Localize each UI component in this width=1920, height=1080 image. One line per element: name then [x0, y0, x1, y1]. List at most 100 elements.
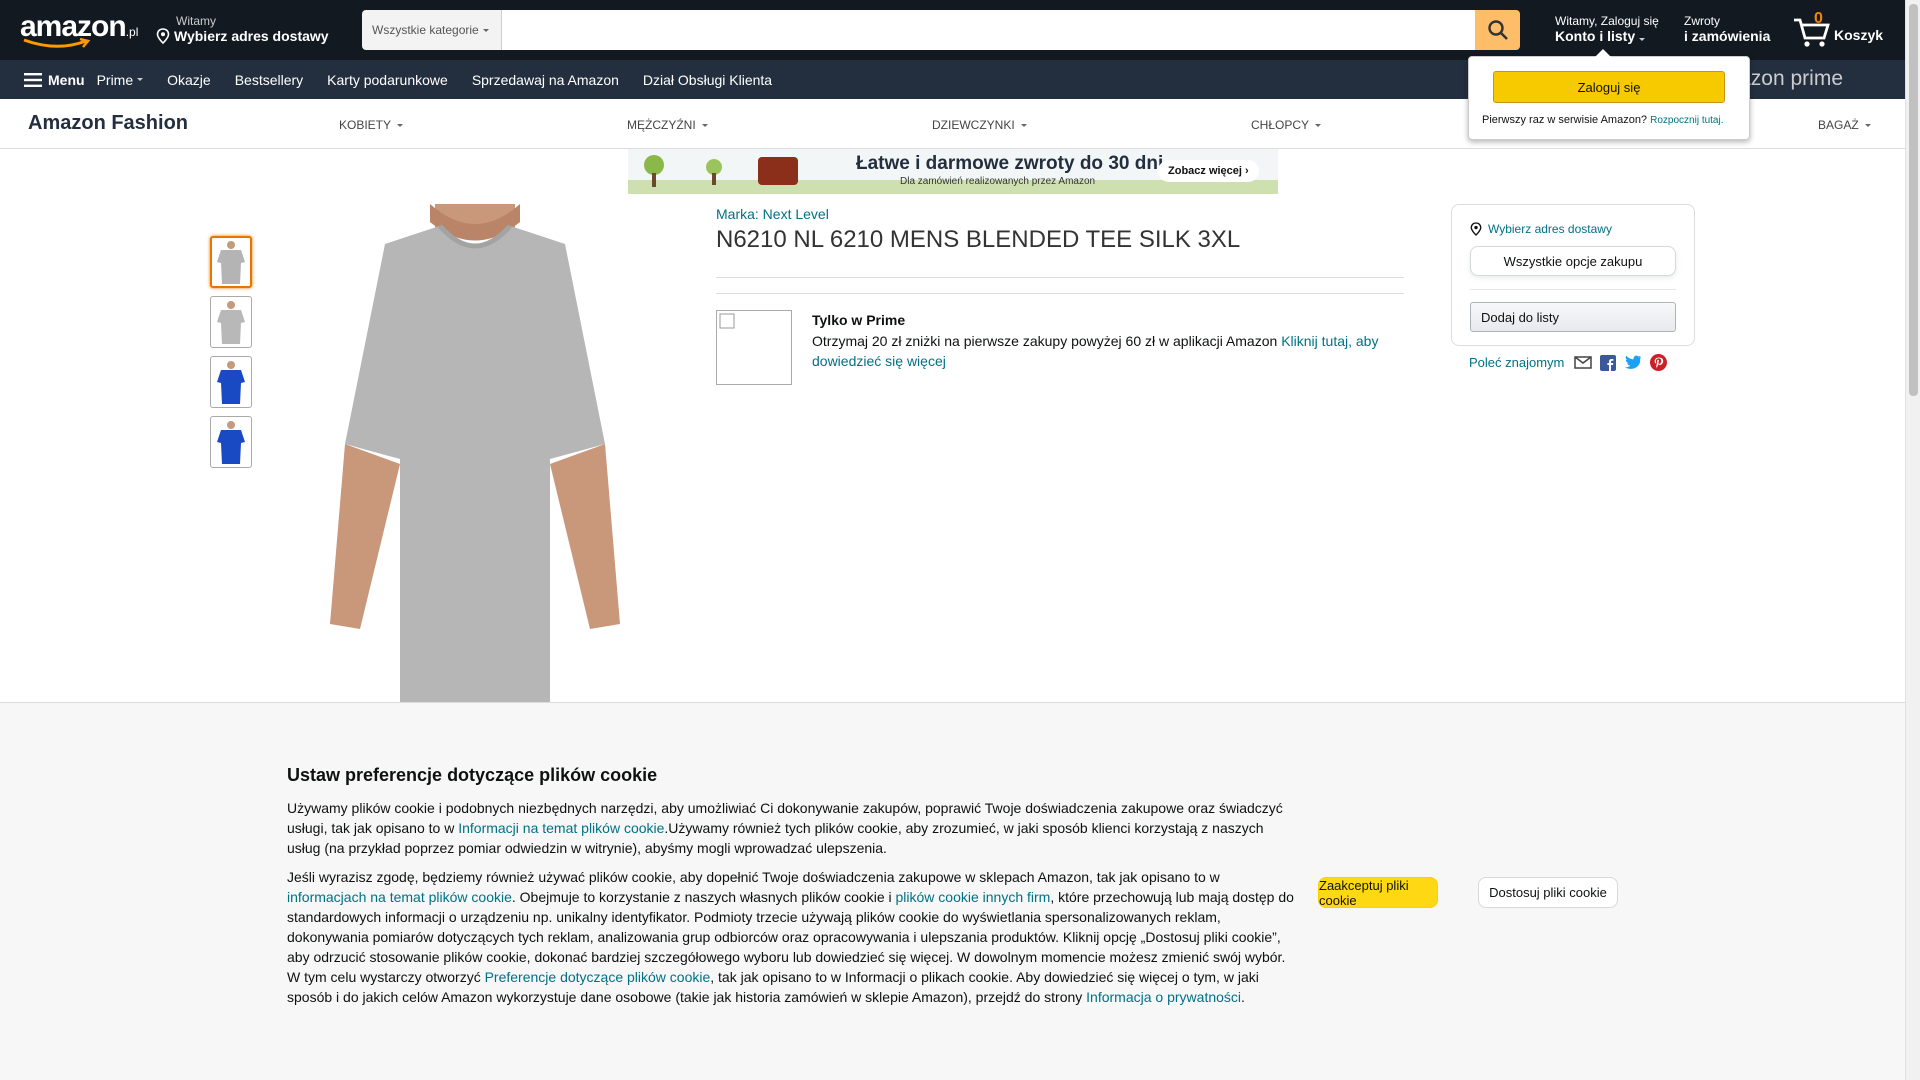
nav-label: Prime: [96, 71, 134, 88]
search-icon: [1487, 20, 1508, 40]
deliver-to[interactable]: Witamy Wybierz adres dostawy: [156, 14, 329, 44]
all-buying-options-button[interactable]: Wszystkie opcje zakupu: [1470, 246, 1676, 276]
top-nav: amazon.pl Witamy Wybierz adres dostawy W…: [0, 0, 1905, 60]
banner-title: Łatwe i darmowe zwroty do 30 dni: [856, 153, 1164, 174]
email-icon[interactable]: [1574, 356, 1593, 369]
fashion-cat-label: BAGAŻ: [1818, 118, 1859, 132]
cookie-preferences-link[interactable]: Preferencje dotyczące plików cookie: [485, 969, 711, 985]
delivery-location[interactable]: Wybierz adres dostawy: [1470, 222, 1612, 236]
hamburger-menu-button[interactable]: Menu: [0, 72, 85, 88]
returns-banner[interactable]: Łatwe i darmowe zwroty do 30 dni Dla zam…: [628, 149, 1278, 194]
tshirt-grey-icon: [217, 301, 245, 344]
amazon-logo[interactable]: amazon.pl: [20, 12, 138, 48]
pinterest-icon[interactable]: [1650, 354, 1668, 371]
nav-item-customer-service[interactable]: Dział Obsługi Klienta: [631, 72, 784, 88]
tshirt-model-image: [330, 204, 620, 704]
chevron-down-icon: [1315, 123, 1322, 127]
prime-offer-heading: Tylko w Prime: [812, 312, 906, 328]
tshirt-blue-icon: [217, 421, 245, 464]
nav-label: Okazje: [167, 71, 211, 88]
cookie-paragraph-2: Jeśli wyrazisz zgodę, będziemy również u…: [287, 867, 1297, 1007]
nav-item-deals[interactable]: Okazje: [155, 72, 223, 88]
divider: [716, 293, 1404, 294]
deliver-label: Wybierz adres dostawy: [174, 28, 329, 44]
third-party-cookies-link[interactable]: plików cookie innych firm: [896, 889, 1051, 905]
product-thumbnail[interactable]: [210, 236, 252, 288]
search-button[interactable]: [1475, 10, 1520, 50]
privacy-notice-link[interactable]: Informacja o prywatności: [1086, 989, 1241, 1005]
nav-label: Bestsellery: [234, 71, 304, 88]
nav-label: Dział Obsługi Klienta: [642, 71, 773, 88]
chevron-down-icon: [1864, 123, 1871, 127]
location-pin-icon: [1470, 222, 1482, 236]
account-menu[interactable]: Witamy, Zaloguj się Konto i listy: [1555, 14, 1659, 44]
product-thumbnail[interactable]: [210, 356, 252, 408]
cookie-text: Jeśli wyrazisz zgodę, będziemy również u…: [287, 869, 1220, 885]
scrollbar-thumb[interactable]: [1909, 4, 1918, 396]
cookie-consent-panel: Ustaw preferencje dotyczące plików cooki…: [0, 702, 1905, 1080]
location-pin-icon: [156, 28, 170, 44]
product-title: N6210 NL 6210 MENS BLENDED TEE SILK 3XL: [716, 226, 1241, 253]
banner-subtitle: Dla zamówień realizowanych przez Amazon: [900, 176, 1096, 187]
nav-item-sell[interactable]: Sprzedawaj na Amazon: [460, 72, 631, 88]
cookie-info-link[interactable]: Informacji na temat plików cookie: [458, 820, 664, 836]
fashion-cat-label: KOBIETY: [339, 118, 392, 132]
brand-link[interactable]: Marka: Next Level: [716, 206, 829, 222]
search-category-dropdown[interactable]: Wszystkie kategorie: [362, 10, 502, 50]
nav-label: Sprzedawaj na Amazon: [471, 71, 619, 88]
account-label: Konto i listy: [1555, 28, 1636, 44]
logo-tld: .pl: [125, 25, 139, 39]
account-greeting: Witamy, Zaloguj się: [1555, 14, 1659, 28]
product-main-image[interactable]: [290, 204, 660, 704]
product-thumbnail[interactable]: [210, 296, 252, 348]
add-to-list-button[interactable]: Dodaj do listy: [1470, 302, 1676, 332]
search-category-label: Wszystkie kategorie: [372, 23, 479, 37]
page-scrollbar[interactable]: [1905, 0, 1920, 1080]
returns-orders[interactable]: Zwroty i zamówienia: [1684, 14, 1770, 44]
prime-offer-image: [716, 310, 792, 385]
accept-cookies-button[interactable]: Zaakceptuj pliki cookie: [1318, 877, 1438, 908]
twitter-icon[interactable]: [1624, 355, 1642, 370]
banner-cta-button[interactable]: Zobacz więcej ›: [1158, 160, 1259, 182]
delivery-location-link[interactable]: Wybierz adres dostawy: [1488, 222, 1612, 236]
signin-flyout: Zaloguj się Pierwszy raz w serwisie Amaz…: [1468, 49, 1750, 140]
cookie-text: . Obejmuje to korzystanie z naszych włas…: [511, 889, 896, 905]
hamburger-icon: [24, 72, 42, 87]
amazon-fashion-logo[interactable]: Amazon Fashion: [28, 112, 188, 135]
new-customer-text: Pierwszy raz w serwisie Amazon? Rozpoczn…: [1482, 114, 1724, 126]
cookie-title: Ustaw preferencje dotyczące plików cooki…: [287, 765, 658, 785]
fashion-cat-girls[interactable]: DZIEWCZYNKI: [932, 118, 1027, 132]
fashion-cat-label: MĘŻCZYŹNI: [627, 118, 696, 132]
nav-label: Karty podarunkowe: [327, 71, 448, 88]
cookie-text: .: [1241, 989, 1245, 1005]
new-customer-label: Pierwszy raz w serwisie Amazon?: [1482, 114, 1648, 126]
facebook-icon[interactable]: [1600, 354, 1617, 371]
nav-item-bestsellers[interactable]: Bestsellery: [223, 72, 315, 88]
share-link[interactable]: Poleć znajomym: [1469, 355, 1564, 370]
signin-button[interactable]: Zaloguj się: [1493, 71, 1725, 103]
product-thumbnail[interactable]: [210, 416, 252, 468]
nav-item-gift-cards[interactable]: Karty podarunkowe: [315, 72, 460, 88]
tree-icon: [644, 155, 722, 187]
chevron-down-icon: [701, 123, 708, 127]
fashion-cat-women[interactable]: KOBIETY: [339, 118, 404, 132]
fashion-cat-boys[interactable]: CHŁOPCY: [1251, 118, 1322, 132]
chevron-down-icon: [137, 78, 144, 81]
nav-item-prime[interactable]: Prime: [85, 72, 156, 88]
cart-icon: [1794, 18, 1830, 47]
menu-label: Menu: [48, 71, 85, 88]
divider: [716, 277, 1404, 278]
prime-offer-body: Otrzymaj 20 zł zniżki na pierwsze zakupy…: [812, 333, 1282, 349]
customize-cookies-button[interactable]: Dostosuj pliki cookie: [1478, 877, 1618, 908]
van-icon: [758, 157, 798, 185]
cookie-info-link[interactable]: informacjach na temat plików cookie: [287, 889, 512, 905]
cart[interactable]: 0 Koszyk: [1792, 10, 1892, 50]
fashion-cat-men[interactable]: MĘŻCZYŹNI: [627, 118, 708, 132]
start-here-link[interactable]: Rozpocznij tutaj.: [1650, 115, 1723, 126]
orders-label: i zamówienia: [1684, 28, 1771, 44]
returns-label: Zwroty: [1684, 14, 1720, 28]
cookie-paragraph-1: Używamy plików cookie i podobnych niezbę…: [287, 798, 1297, 858]
cart-count: 0: [1814, 10, 1823, 27]
fashion-cat-luggage[interactable]: BAGAŻ: [1818, 118, 1871, 132]
search-input[interactable]: [502, 10, 1475, 50]
